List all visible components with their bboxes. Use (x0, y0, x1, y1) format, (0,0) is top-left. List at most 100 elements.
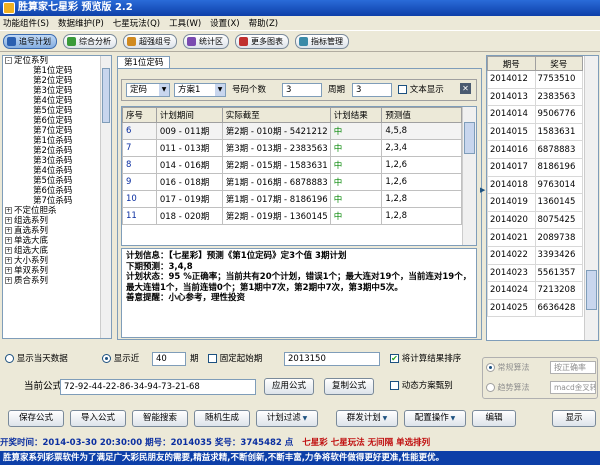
toolbar-button-charts[interactable]: 更多图表 (235, 34, 289, 49)
history-row[interactable]: 2014021 2089738 (487, 228, 583, 247)
table-row[interactable]: 10 017 - 019期 第1期 - 017期 - 8186196 中 1,2,8 (122, 190, 462, 208)
expand-icon[interactable]: + (5, 267, 12, 274)
menu-function[interactable]: 功能组件(S) (3, 17, 49, 29)
text-show-checkbox[interactable]: 文本显示 (398, 83, 444, 97)
category-tree[interactable]: - 定位系列 第1位定码 第2位定码 第3位定码 第4位定码 第5位定码 第6位定码 第7位定码… (2, 55, 112, 339)
recent-count-input[interactable]: 40 (152, 352, 186, 366)
tree-item[interactable]: 第4位定码 (3, 96, 111, 106)
table-row[interactable]: 9 016 - 018期 第1期 - 016期 - 6878883 中 1,2,6 (122, 173, 462, 191)
tree-item[interactable]: - 定位系列 (3, 56, 111, 66)
tree-item[interactable]: 第5位定码 (3, 106, 111, 116)
tree-item[interactable]: 第5位杀码 (3, 176, 111, 186)
tree-item[interactable]: 第1位杀码 (3, 136, 111, 146)
smart-search-button[interactable]: 智能搜索 (132, 410, 188, 427)
recent-radio[interactable]: 显示近 (102, 352, 139, 366)
table-row[interactable]: 8 014 - 016期 第2期 - 015期 - 1583631 中 1,2,6 (122, 156, 462, 174)
plan-filter-button[interactable]: 计划过滤 (256, 410, 318, 427)
today-radio[interactable]: 显示当天数据 (5, 354, 68, 364)
tree-item[interactable]: 第7位杀码 (3, 196, 111, 206)
start-period-input[interactable]: 2013150 (284, 352, 380, 366)
display-button[interactable]: 显示 (552, 410, 596, 427)
dynamic-scheme-checkbox[interactable]: 动态方案甄别 (390, 379, 453, 393)
apply-formula-button[interactable]: 应用公式 (264, 378, 314, 395)
history-row[interactable]: 2014024 7213208 (487, 281, 583, 300)
tree-item[interactable]: + 单双系列 (3, 266, 111, 276)
col-header-issue[interactable]: 期号 (487, 56, 536, 71)
menu-settings[interactable]: 设置(X) (210, 17, 239, 29)
menu-data[interactable]: 数据维护(P) (58, 17, 104, 29)
history-scrollbar[interactable] (584, 56, 598, 340)
col-header-no[interactable]: 序号 (122, 107, 157, 123)
col-header-number[interactable]: 奖号 (534, 56, 583, 71)
menu-tools[interactable]: 工具(W) (169, 17, 201, 29)
history-scroll-thumb[interactable] (586, 270, 597, 310)
formula-input[interactable]: 72-92-44-22-86-34-94-73-21-68 (60, 379, 256, 395)
expand-icon[interactable]: + (5, 227, 12, 234)
expand-icon[interactable]: + (5, 257, 12, 264)
table-row[interactable]: 7 011 - 013期 第3期 - 013期 - 2383563 中 2,3,4 (122, 139, 462, 157)
history-row[interactable]: 2014014 9506776 (487, 105, 583, 124)
tree-item[interactable]: 第2位定码 (3, 76, 111, 86)
history-row[interactable]: 2014020 8075425 (487, 210, 583, 230)
tree-item[interactable]: 第3位定码 (3, 86, 111, 96)
tree-item[interactable]: + 质合系列 (3, 276, 111, 286)
toolbar-button-stats[interactable]: 统计区 (183, 34, 229, 49)
tree-item[interactable]: + 单选大底 (3, 236, 111, 246)
group-send-button[interactable]: 群发计划 (336, 410, 398, 427)
random-generate-button[interactable]: 随机生成 (194, 410, 250, 427)
history-row[interactable]: 2014016 6878883 (487, 140, 583, 159)
collapse-arrow-icon[interactable]: ▶ (480, 186, 485, 194)
tree-item[interactable]: + 不定位胆杀 (3, 206, 111, 216)
period-input[interactable]: 3 (352, 83, 392, 97)
tree-item[interactable]: 第2位杀码 (3, 146, 111, 156)
col-header-actual[interactable]: 实际截至 (221, 107, 331, 123)
menu-help[interactable]: 帮助(Z) (249, 17, 278, 29)
count-input[interactable]: 3 (282, 83, 322, 97)
history-row[interactable]: 2014012 7753510 (487, 70, 583, 89)
edit-button[interactable]: 编辑 (472, 410, 516, 427)
history-row[interactable]: 2014022 3393426 (487, 245, 583, 265)
table-row[interactable]: 6 009 - 011期 第2期 - 010期 - 5421212 中 4,5,8 (122, 122, 462, 140)
copy-formula-button[interactable]: 复制公式 (324, 378, 374, 395)
expand-icon[interactable]: + (5, 277, 12, 284)
history-row[interactable]: 2014015 1583631 (487, 122, 583, 142)
tree-item[interactable]: 第3位杀码 (3, 156, 111, 166)
tree-item[interactable]: 第1位定码 (3, 66, 111, 76)
toolbar-button-group[interactable]: 超强组号 (123, 34, 177, 49)
toolbar-button-plan[interactable]: 追号计划 (3, 34, 57, 49)
sort-checkbox[interactable]: ✔ 将计算结果排序 (390, 352, 461, 366)
history-row[interactable]: 2014025 6636428 (487, 298, 583, 318)
grid-scrollbar[interactable] (462, 107, 476, 245)
col-header-period[interactable]: 计划期间 (155, 107, 223, 123)
history-row[interactable]: 2014013 2383563 (487, 87, 583, 107)
close-icon[interactable]: ✕ (460, 83, 471, 94)
expand-icon[interactable]: + (5, 247, 12, 254)
col-header-result[interactable]: 计划结果 (329, 107, 383, 123)
history-row[interactable]: 2014017 8186196 (487, 157, 583, 177)
table-row[interactable]: 11 018 - 020期 第2期 - 019期 - 1360145 中 1,2,8 (122, 207, 462, 225)
tree-item[interactable]: 第6位定码 (3, 116, 111, 126)
history-row[interactable]: 2014018 9763014 (487, 175, 583, 195)
collapse-icon[interactable]: - (5, 57, 12, 64)
rate-select[interactable]: 按正确率 (550, 361, 596, 374)
grid-scroll-thumb[interactable] (464, 122, 475, 154)
history-row[interactable]: 2014023 5561357 (487, 263, 583, 283)
import-formula-button[interactable]: 导入公式 (70, 410, 126, 427)
tree-item[interactable]: + 大小系列 (3, 256, 111, 266)
toolbar-button-analysis[interactable]: 综合分析 (63, 34, 117, 49)
type-select[interactable]: 定码 ▼ (126, 83, 170, 97)
tree-item[interactable]: + 直选系列 (3, 226, 111, 236)
expand-icon[interactable]: + (5, 237, 12, 244)
tree-item[interactable]: + 组选系列 (3, 216, 111, 226)
trend-algo-radio[interactable]: 趋势算法 (486, 382, 530, 394)
tree-scrollbar[interactable] (100, 56, 111, 338)
tree-item[interactable]: 第6位杀码 (3, 186, 111, 196)
tree-scroll-thumb[interactable] (102, 68, 110, 123)
history-row[interactable]: 2014019 1360145 (487, 193, 583, 212)
tree-item[interactable]: + 组选大底 (3, 246, 111, 256)
col-header-forecast[interactable]: 预测值 (381, 107, 462, 123)
expand-icon[interactable]: + (5, 207, 12, 214)
config-button[interactable]: 配置操作 (404, 410, 466, 427)
menu-play[interactable]: 七星玩法(Q) (113, 17, 160, 29)
tree-item[interactable]: 第4位杀码 (3, 166, 111, 176)
